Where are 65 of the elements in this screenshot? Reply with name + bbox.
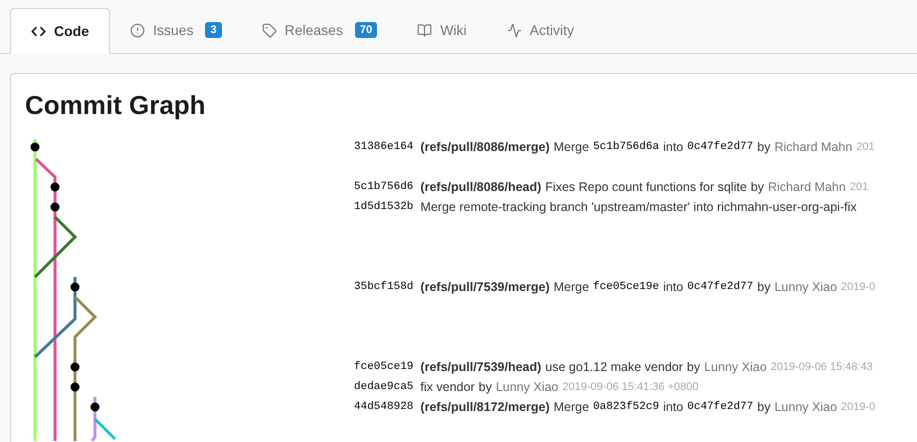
commit-sha[interactable]: 44d548928 <box>354 398 414 416</box>
commit-dot <box>90 402 100 412</box>
page-title: Commit Graph <box>25 90 207 120</box>
ref-label: (refs/pull/8172/merge) <box>420 398 550 416</box>
commit-date: 2019-09-06 15:41:36 +0800 <box>562 380 698 395</box>
pulse-icon <box>506 22 522 38</box>
commit-message: by <box>757 398 770 416</box>
commit-message: fix vendor <box>420 378 475 396</box>
author-name: Lunny Xiao <box>496 378 558 396</box>
commit-message: Merge <box>554 398 590 416</box>
commit-message: Fixes Repo count functions for sqlite <box>545 178 747 196</box>
tab[interactable]: Activity <box>486 7 594 53</box>
count-badge: 70 <box>354 22 378 38</box>
commit-dot <box>70 282 80 292</box>
commit-sha: 0c47fe2d77 <box>687 140 754 155</box>
commit-sha: 5c1b756d6a <box>593 140 660 155</box>
commit-message: into <box>663 138 684 156</box>
tab[interactable]: Releases 70 <box>242 7 398 53</box>
book-icon <box>417 22 432 38</box>
commit-sha: 0c47fe2d77 <box>687 400 754 415</box>
tag-icon <box>262 22 277 38</box>
commit-message: Merge <box>554 138 590 156</box>
tab[interactable]: Wiki <box>397 7 487 53</box>
tab[interactable]: Issues 3 <box>110 7 242 53</box>
commit-date: 2019-0 <box>841 280 876 295</box>
commit-sha[interactable]: 1d5d1532b <box>354 198 414 216</box>
commit-date: 201 <box>850 180 868 195</box>
commit-message: use go1.12 make vendor <box>545 358 683 376</box>
commit-message: by <box>757 278 770 296</box>
commit-sha: fce05ce19e <box>593 280 660 295</box>
commit-message: by <box>757 138 770 156</box>
commit-dot <box>70 382 80 392</box>
commit-date: 201 <box>856 140 875 155</box>
author-name: Richard Mahn <box>774 138 852 156</box>
tab[interactable]: Code <box>10 8 110 54</box>
commit-message: by <box>750 178 764 196</box>
commit-sha[interactable]: 5c1b756d6 <box>354 178 414 196</box>
commit-message: into <box>663 278 684 296</box>
commit-sha[interactable]: 31386e164 <box>354 138 414 156</box>
alert-circle-icon <box>130 22 145 38</box>
commit-message: Merge remote-tracking branch 'upstream/master' into richmahn-user-org-api-fix <box>420 198 857 216</box>
commit-message: Merge <box>554 278 590 296</box>
commit-message: by <box>478 378 492 396</box>
count-badge: 3 <box>205 22 222 38</box>
commit-sha[interactable]: fce05ce19 <box>354 358 414 376</box>
commit-sha: 0c47fe2d77 <box>687 280 754 295</box>
author-name: Richard Mahn <box>768 178 846 196</box>
commit-sha: 0a823f52c9 <box>593 400 660 415</box>
commit-date: 2019-0 <box>841 400 876 415</box>
commit-sha[interactable]: dedae9ca5 <box>354 378 414 396</box>
ref-label: (refs/pull/8086/merge) <box>420 138 550 156</box>
commit-dot <box>70 362 80 372</box>
author-name: Lunny Xiao <box>774 398 838 416</box>
ref-label: (refs/pull/7539/head) <box>420 358 542 376</box>
commit-date: 2019-09-06 15:48:43 <box>770 360 873 375</box>
ref-label: (refs/pull/8086/head) <box>420 178 542 196</box>
commit-dot <box>30 142 40 152</box>
commit-message: into <box>663 398 684 416</box>
author-name: Lunny Xiao <box>704 358 767 376</box>
author-name: Lunny Xiao <box>774 278 838 296</box>
commit-sha[interactable]: 35bcf158d <box>354 278 414 296</box>
ref-label: (refs/pull/7539/merge) <box>420 278 550 296</box>
commit-dot <box>50 202 60 212</box>
commit-dot <box>50 182 60 192</box>
commit-message: by <box>686 358 700 376</box>
